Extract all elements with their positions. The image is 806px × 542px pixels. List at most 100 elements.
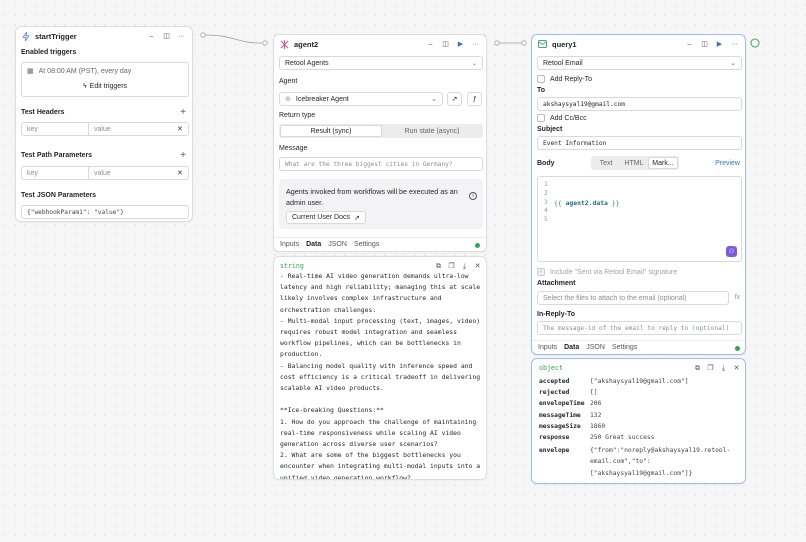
tab-data[interactable]: Data <box>306 241 321 248</box>
resource-select[interactable]: Retool Email ⌄ <box>537 56 742 70</box>
expand-icon[interactable]: ⧉ <box>434 262 443 271</box>
agent-output-panel: string ⧉ ❐ ⤓ ✕ - Real-time AI video gene… <box>273 256 487 480</box>
panel-icon[interactable]: ◫ <box>441 40 450 49</box>
minimize-icon[interactable]: – <box>147 32 156 41</box>
mode-text[interactable]: Text <box>592 157 620 169</box>
minimize-icon[interactable]: – <box>426 40 435 49</box>
output-type: object <box>539 364 563 372</box>
body-code-editor[interactable]: 1 2 3 4 5 {{ agent2.data }} ⚇ <box>537 176 742 262</box>
copy-icon[interactable]: ❐ <box>447 262 456 271</box>
add-path-param-icon[interactable]: + <box>180 150 186 161</box>
mode-markdown[interactable]: Mark... <box>648 157 678 169</box>
function-icon: ƒ <box>472 95 477 103</box>
tab-data[interactable]: Data <box>564 344 579 351</box>
path-kv-row: key value ✕ <box>21 166 189 180</box>
path-key-input[interactable]: key <box>22 167 89 179</box>
line-number: 3 <box>544 198 548 206</box>
output-text: - Real-time AI video generation demands … <box>280 272 481 479</box>
more-icon[interactable]: ··· <box>471 40 480 49</box>
output-type: string <box>280 262 304 270</box>
path-value-input[interactable]: value <box>89 167 174 179</box>
close-icon[interactable]: ✕ <box>732 364 741 373</box>
header-value-input[interactable]: value <box>89 123 174 135</box>
return-option-sync[interactable]: Result (sync) <box>280 125 382 137</box>
line-number: 2 <box>544 189 548 197</box>
tab-settings[interactable]: Settings <box>354 241 379 248</box>
panel-icon[interactable]: ◫ <box>162 32 171 41</box>
subject-input[interactable]: Event Information <box>537 136 742 150</box>
start-trigger-card[interactable]: startTrigger – ◫ ··· Enabled triggers ▦ … <box>15 26 193 222</box>
add-cc-checkbox[interactable] <box>537 114 545 122</box>
add-reply-to-checkbox[interactable] <box>537 75 545 83</box>
tab-inputs[interactable]: Inputs <box>538 344 557 351</box>
agent-icon <box>280 39 289 49</box>
line-numbers: 1 2 3 4 5 <box>544 181 548 225</box>
chevron-down-icon: ⌄ <box>730 60 736 67</box>
schedule-text: At 08:00 AM (PST), every day <box>38 67 132 75</box>
code-close: }} <box>611 198 620 207</box>
tab-inputs[interactable]: Inputs <box>280 241 299 248</box>
return-type-label: Return type <box>279 112 316 119</box>
header-key-input[interactable]: key <box>22 123 89 135</box>
panel-icon[interactable]: ◫ <box>700 40 709 49</box>
run-icon[interactable]: ▶ <box>715 40 724 49</box>
current-user-docs-button[interactable]: Current User Docs ↗ <box>286 211 366 224</box>
tab-json[interactable]: JSON <box>328 241 347 248</box>
notice-text: Agents invoked from workflows will be ex… <box>286 187 458 207</box>
more-icon[interactable]: ··· <box>177 32 186 41</box>
return-option-async[interactable]: Run state (async) <box>382 125 482 137</box>
open-agent-button[interactable]: ↗ <box>447 92 462 106</box>
download-icon[interactable]: ⤓ <box>460 262 469 271</box>
fx-toggle-button[interactable]: ƒ <box>467 92 482 106</box>
object-key: accepted <box>539 378 570 385</box>
object-key: envelope <box>539 447 570 455</box>
agent-bot-icon: ⊛ <box>285 96 291 103</box>
docs-label: Current User Docs <box>292 214 350 221</box>
signature-label: Include "Sent via Retool Email" signatur… <box>550 268 678 276</box>
query-header: query1 – ◫ ▶ ··· <box>532 35 745 53</box>
object-value: ["akshaysyal19@gmail.com"] <box>590 378 689 385</box>
mode-html[interactable]: HTML <box>620 157 648 169</box>
body-label: Body <box>537 160 555 167</box>
close-icon[interactable]: ✕ <box>174 167 188 179</box>
add-header-icon[interactable]: + <box>180 107 186 118</box>
attachment-label: Attachment <box>537 280 576 287</box>
assist-icon[interactable]: ⚇ <box>726 246 737 257</box>
attachment-input[interactable]: Select the files to attach to the email … <box>537 291 729 305</box>
query-card[interactable]: query1 – ◫ ▶ ··· Retool Email ⌄ Add Repl… <box>531 34 746 355</box>
to-input[interactable]: akshaysyal19@gmail.com <box>537 97 742 111</box>
output-object: accepted ["akshaysyal19@gmail.com"] rejec… <box>539 378 743 479</box>
agent-card[interactable]: agent2 – ◫ ▶ ··· Retool Agents ⌄ Agent ⊛… <box>273 34 487 252</box>
close-icon[interactable]: ✕ <box>473 262 482 271</box>
resource-select[interactable]: Retool Agents ⌄ <box>279 56 483 70</box>
minimize-icon[interactable]: – <box>685 40 694 49</box>
tab-settings[interactable]: Settings <box>612 344 637 351</box>
signature-checkbox[interactable]: ✓ <box>537 268 545 276</box>
run-icon[interactable]: ▶ <box>456 40 465 49</box>
in-reply-to-input[interactable]: The message-id of the email to reply to … <box>537 321 742 335</box>
preview-link[interactable]: Preview <box>715 160 740 167</box>
message-input[interactable]: What are the three biggest cities in Ger… <box>279 157 483 171</box>
copy-icon[interactable]: ❐ <box>706 364 715 373</box>
admin-notice: Agents invoked from workflows will be ex… <box>279 179 483 229</box>
lightning-icon <box>22 31 30 41</box>
signature-checkbox-row[interactable]: ✓ Include "Sent via Retool Email" signat… <box>537 268 677 276</box>
close-icon[interactable]: ✕ <box>174 123 188 135</box>
body-mode-toggle: Text HTML Mark... <box>591 156 679 170</box>
chevron-down-icon: ⌄ <box>431 96 437 103</box>
add-reply-to-checkbox-row[interactable]: Add Reply-To <box>537 75 592 83</box>
object-value: 250 Great success <box>590 433 655 441</box>
node-title: agent2 <box>294 39 319 49</box>
object-row: accepted ["akshaysyal19@gmail.com"] <box>539 378 743 389</box>
download-icon[interactable]: ⤓ <box>719 364 728 373</box>
add-cc-checkbox-row[interactable]: Add Cc/Bcc <box>537 114 587 122</box>
more-icon[interactable]: ··· <box>730 40 739 49</box>
fx-icon[interactable]: fx <box>735 294 740 301</box>
tab-json[interactable]: JSON <box>586 344 605 351</box>
edit-triggers-button[interactable]: ϟ Edit triggers <box>22 83 188 90</box>
calendar-icon: ▦ <box>27 68 34 75</box>
agent-select[interactable]: ⊛ Icebreaker Agent ⌄ <box>279 92 443 106</box>
json-params-input[interactable]: {"webhookParam1": "value"} <box>21 205 189 219</box>
expand-icon[interactable]: ⧉ <box>693 364 702 373</box>
test-headers-label: Test Headers <box>21 109 65 116</box>
